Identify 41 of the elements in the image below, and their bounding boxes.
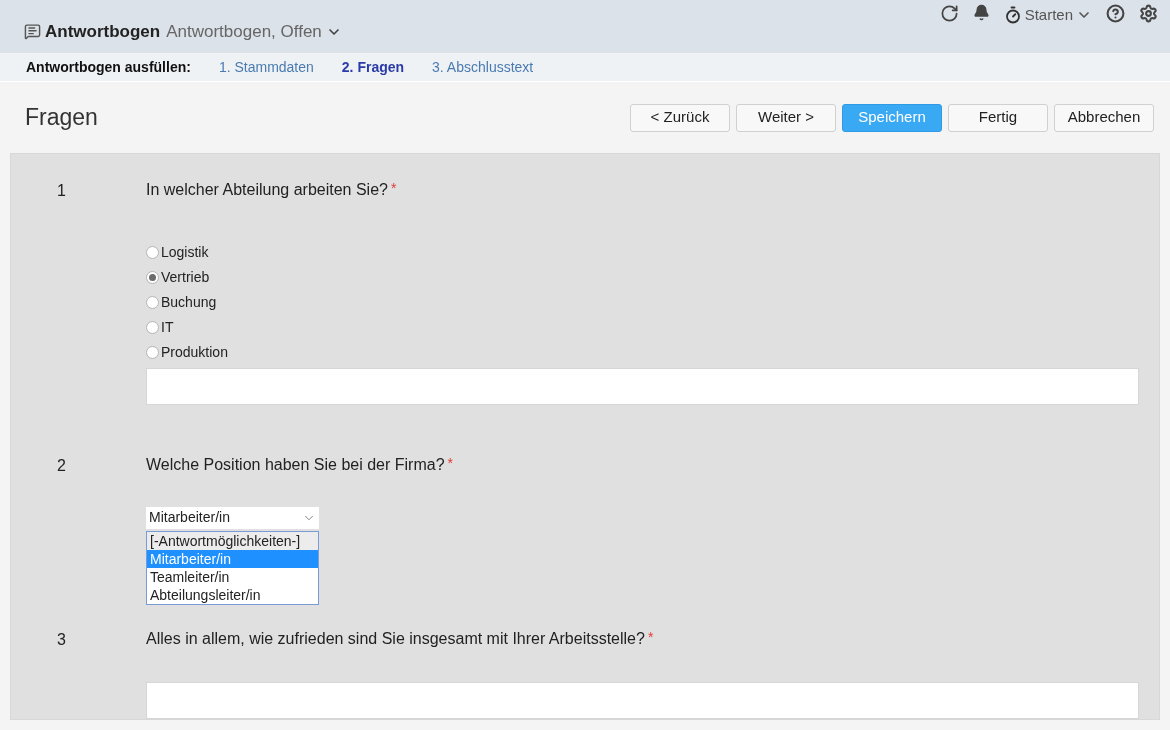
bell-icon[interactable] [972, 4, 990, 21]
timer-button[interactable]: Starten [1003, 4, 1092, 27]
required-asterisk: * [390, 179, 397, 198]
step-link[interactable]: 1. Stammdaten [218, 57, 314, 78]
refresh-icon[interactable] [939, 4, 959, 23]
settings-icon[interactable] [1139, 4, 1158, 23]
question-number: 2 [57, 456, 66, 474]
radio-button[interactable] [146, 321, 159, 334]
question-number: 1 [57, 182, 66, 199]
select-field[interactable]: Mitarbeiter/in [146, 506, 319, 529]
help-icon[interactable] [1106, 4, 1125, 23]
radio-label: Buchung [161, 293, 217, 312]
page-title: Fragen [25, 103, 98, 133]
page-header-title: Antwortbogen [45, 20, 161, 43]
question-text: In welcher Abteilung arbeiten Sie? [146, 180, 388, 200]
toolbar-button[interactable]: Fertig [948, 103, 1048, 132]
answer-field[interactable] [146, 682, 1139, 719]
toolbar-button[interactable]: Abbrechen [1054, 103, 1154, 132]
dropdown-option[interactable]: [-Antwortmöglichkeiten-] [147, 531, 318, 550]
required-asterisk: * [447, 453, 453, 473]
radio-label: Produktion [161, 343, 228, 362]
comment-field[interactable] [146, 368, 1139, 405]
radio-button[interactable] [146, 271, 159, 284]
radio-label: Logistik [161, 243, 209, 262]
question-text: Alles in allem, wie zufrieden sind Sie insgesamt mit Ihrer Arbeitsstelle? [146, 629, 645, 649]
page-header-subtitle: Antwortbogen, Offen [166, 20, 322, 43]
toolbar-button[interactable]: Weiter > [736, 103, 836, 132]
radio-label: IT [161, 318, 174, 337]
required-asterisk: * [647, 628, 654, 647]
toolbar-button[interactable]: < Zurück [630, 103, 730, 132]
radio-label: Vertrieb [161, 268, 210, 287]
question-text: Welche Position haben Sie bei der Firma? [146, 454, 445, 475]
radio-button[interactable] [146, 296, 159, 309]
question-number: 3 [57, 631, 66, 648]
stopwatch-icon [1003, 6, 1022, 25]
step-link[interactable]: 3. Abschlusstext [432, 57, 534, 78]
radio-button[interactable] [146, 246, 159, 259]
steps-label: Antwortbogen ausfüllen: [26, 58, 191, 77]
radio-button[interactable] [146, 346, 159, 359]
step-link[interactable]: 2. Fragen [341, 57, 405, 78]
message-list-icon [24, 23, 41, 40]
